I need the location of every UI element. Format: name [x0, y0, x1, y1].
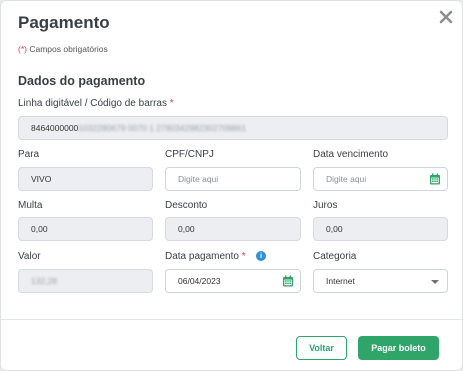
- close-icon[interactable]: [438, 9, 454, 25]
- desconto-label: Desconto: [165, 200, 208, 211]
- footer-divider: [1, 319, 462, 320]
- cpf-input[interactable]: Digite aqui: [165, 167, 301, 191]
- juros-label: Juros: [313, 200, 338, 211]
- barcode-value: 8464000000: [31, 123, 79, 133]
- vencimento-label: Data vencimento: [313, 149, 389, 160]
- para-field[interactable]: VIVO: [18, 167, 153, 191]
- required-marker: (*): [18, 44, 27, 54]
- back-button[interactable]: Voltar: [296, 336, 347, 360]
- required-fields-note: (*) Campos obrigatórios: [18, 44, 108, 54]
- section-title: Dados do pagamento: [18, 74, 146, 88]
- barcode-value-blurred: 1032280679 0070 1 2780342982302709861: [78, 123, 247, 133]
- data-pagamento-label: Data pagamento *: [165, 251, 246, 262]
- payment-modal: Pagamento (*) Campos obrigatórios Dados …: [0, 0, 463, 371]
- categoria-value: Internet: [326, 276, 355, 286]
- para-label: Para: [18, 149, 40, 160]
- required-note-text: Campos obrigatórios: [26, 44, 108, 54]
- categoria-select[interactable]: Internet: [313, 269, 448, 293]
- calendar-icon[interactable]: [282, 275, 294, 287]
- categoria-label: Categoria: [313, 251, 357, 262]
- pay-button[interactable]: Pagar boleto: [358, 336, 439, 360]
- multa-field[interactable]: 0,00: [18, 217, 153, 241]
- calendar-icon[interactable]: [429, 173, 441, 185]
- valor-label: Valor: [18, 251, 41, 262]
- cpf-label: CPF/CNPJ: [165, 149, 214, 160]
- desconto-field[interactable]: 0,00: [165, 217, 301, 241]
- required-asterisk: *: [169, 98, 174, 109]
- modal-title: Pagamento: [18, 13, 110, 32]
- juros-field[interactable]: 0,00: [313, 217, 448, 241]
- vencimento-input[interactable]: Digite aqui: [313, 167, 448, 191]
- barcode-field[interactable]: 84640000001032280679 0070 1 278034298230…: [18, 116, 448, 140]
- vencimento-placeholder: Digite aqui: [326, 174, 367, 184]
- multa-label: Multa: [18, 200, 43, 211]
- data-pagamento-input[interactable]: 06/04/2023: [165, 269, 301, 293]
- valor-value: 132,28: [31, 276, 57, 286]
- info-icon[interactable]: i: [256, 251, 266, 261]
- valor-field[interactable]: 132,28: [18, 269, 153, 293]
- barcode-label: Linha digitável / Código de barras *: [18, 98, 174, 109]
- barcode-label-text: Linha digitável / Código de barras: [18, 98, 167, 109]
- data-pagamento-label-text: Data pagamento: [165, 251, 239, 262]
- data-pagamento-value: 06/04/2023: [178, 276, 221, 286]
- required-asterisk: *: [241, 251, 246, 262]
- chevron-down-icon: [431, 280, 439, 284]
